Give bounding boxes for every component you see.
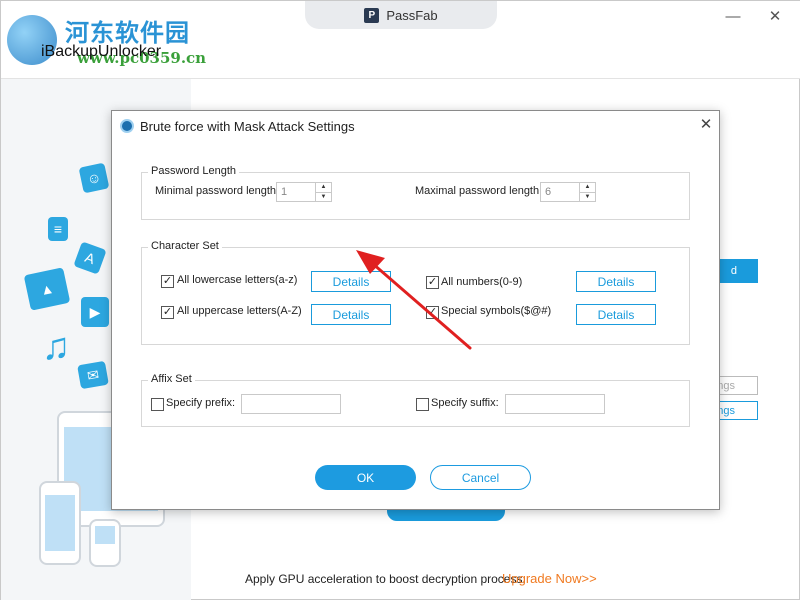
passfab-logo-icon: P: [364, 7, 380, 23]
ok-button[interactable]: OK: [315, 465, 416, 490]
affix-set-title: Affix Set: [148, 373, 195, 385]
max-length-value: 6: [545, 186, 552, 198]
uppercase-details-button[interactable]: Details: [311, 304, 391, 325]
video-icon: ▶: [81, 297, 109, 327]
symbols-label: Special symbols($@#): [441, 305, 552, 317]
phone-illustration: [39, 481, 81, 565]
close-window-button[interactable]: ✕: [765, 7, 785, 27]
max-length-label: Maximal password length: [415, 185, 540, 197]
lowercase-details-button[interactable]: Details: [311, 271, 391, 292]
symbols-checkbox[interactable]: ✓: [426, 306, 439, 319]
numbers-checkbox[interactable]: ✓: [426, 276, 439, 289]
password-length-title: Password Length: [148, 165, 239, 177]
uppercase-label: All uppercase letters(A-Z): [177, 305, 302, 317]
uppercase-checkbox[interactable]: ✓: [161, 306, 174, 319]
lowercase-label: All lowercase letters(a-z): [177, 274, 298, 286]
mail-icon: ✉: [77, 360, 109, 390]
window-title-tab: P PassFab: [305, 1, 497, 29]
prefix-checkbox[interactable]: [151, 398, 164, 411]
symbols-details-button[interactable]: Details: [576, 304, 656, 325]
gpu-footer-text: Apply GPU acceleration to boost decrypti…: [245, 572, 526, 586]
suffix-label: Specify suffix:: [431, 397, 499, 409]
background-primary-button-label: d: [730, 265, 737, 277]
minimize-button[interactable]: —: [723, 7, 743, 27]
cancel-button[interactable]: Cancel: [430, 465, 531, 490]
min-length-up-icon[interactable]: ▲: [316, 183, 331, 192]
min-length-arrows: ▲ ▼: [315, 183, 331, 201]
suffix-input[interactable]: [505, 394, 605, 414]
max-length-stepper[interactable]: 6 ▲ ▼: [540, 182, 596, 202]
dialog-title: Brute force with Mask Attack Settings: [140, 118, 355, 134]
min-length-down-icon[interactable]: ▼: [316, 192, 331, 201]
title-bar: 河东软件园 www.pc0359.cn iBackupUnlocker P Pa…: [1, 1, 800, 79]
character-set-group: Character Set ✓ All lowercase letters(a-…: [141, 240, 690, 345]
password-length-group: Password Length Minimal password length …: [141, 165, 690, 220]
suffix-checkbox[interactable]: [416, 398, 429, 411]
prefix-input[interactable]: [241, 394, 341, 414]
mask-attack-settings-dialog: Brute force with Mask Attack Settings ✕ …: [111, 110, 720, 510]
prefix-label: Specify prefix:: [166, 397, 236, 409]
document-icon: ≡: [48, 217, 68, 241]
max-length-up-icon[interactable]: ▲: [580, 183, 595, 192]
numbers-details-button[interactable]: Details: [576, 271, 656, 292]
numbers-label: All numbers(0-9): [441, 276, 523, 288]
photos-icon: ▲: [23, 267, 71, 311]
max-length-arrows: ▲ ▼: [579, 183, 595, 201]
dialog-close-button[interactable]: ✕: [697, 115, 715, 135]
ipod-illustration: [89, 519, 121, 567]
music-icon: ♫: [41, 325, 71, 368]
min-length-value: 1: [281, 186, 288, 198]
app-name: iBackupUnlocker: [41, 43, 162, 60]
contacts-icon: ☺: [78, 162, 110, 194]
window-title: PassFab: [386, 7, 438, 23]
app-store-icon: A: [73, 241, 107, 275]
min-length-stepper[interactable]: 1 ▲ ▼: [276, 182, 332, 202]
min-length-label: Minimal password length: [155, 185, 277, 197]
max-length-down-icon[interactable]: ▼: [580, 192, 595, 201]
upgrade-now-link[interactable]: Upgrade Now>>: [502, 571, 597, 586]
affix-set-group: Affix Set Specify prefix: Specify suffix…: [141, 373, 690, 427]
character-set-title: Character Set: [148, 240, 222, 252]
lowercase-checkbox[interactable]: ✓: [161, 275, 174, 288]
